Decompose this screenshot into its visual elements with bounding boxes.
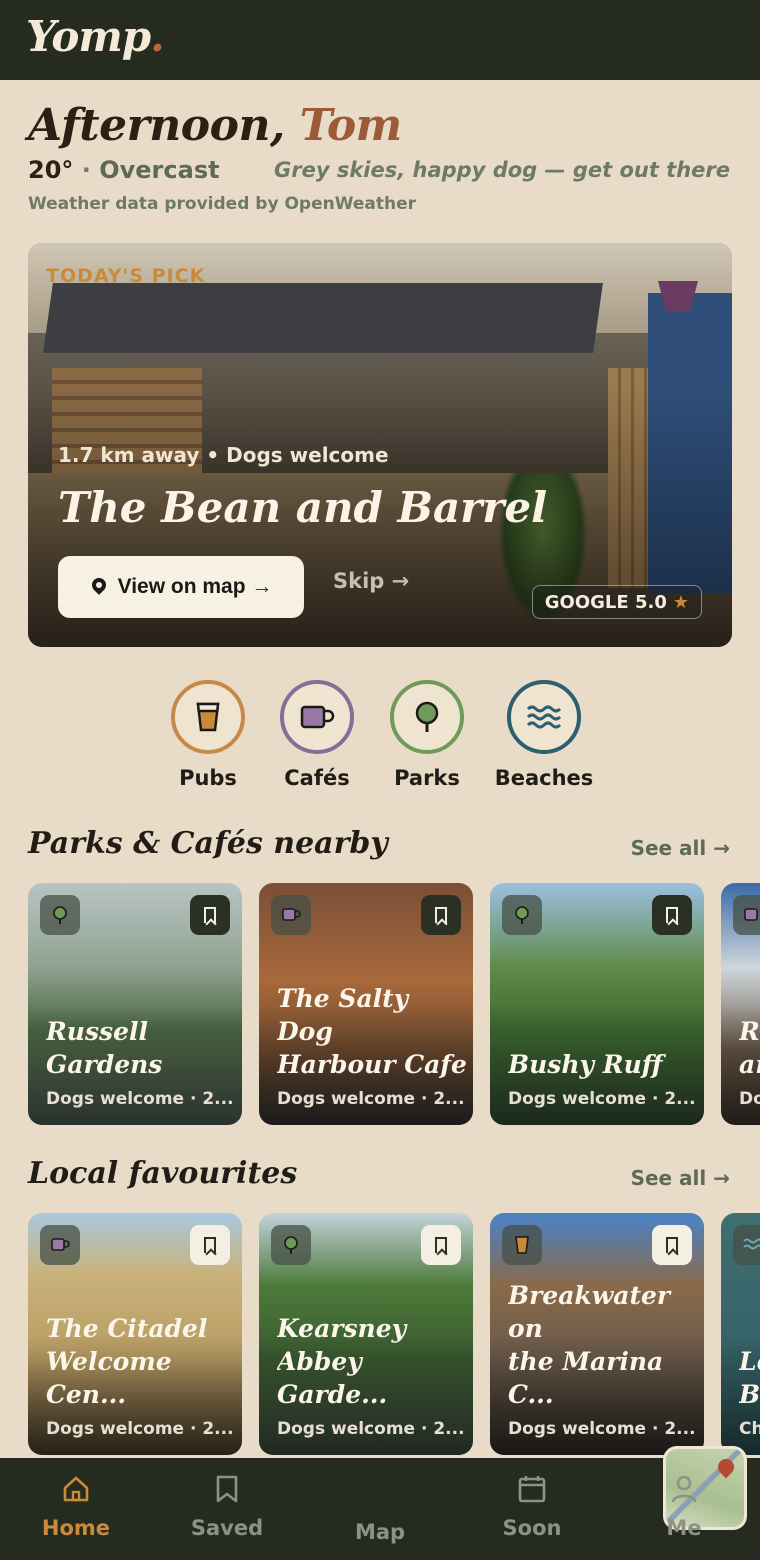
todays-pick-card[interactable]: TODAY'S PICK 1.7 km away • Dogs welcome … — [28, 243, 732, 647]
place-subtitle: Dogs welcome · 2... — [46, 1419, 234, 1439]
place-card[interactable]: Kearsney Abbey Garde... Dogs welcome · 2… — [259, 1213, 473, 1455]
nav-map[interactable]: Map — [325, 1446, 747, 1544]
tree-icon — [271, 1225, 311, 1265]
coffee-cup-icon — [733, 895, 760, 935]
temperature: 20° — [28, 156, 74, 184]
google-rating-badge: GOOGLE 5.0 ★ — [531, 585, 702, 619]
star-icon: ★ — [672, 591, 689, 613]
tree-icon — [502, 895, 542, 935]
nearby-see-all-link[interactable]: See all → — [631, 836, 730, 860]
category-cafes[interactable]: Cafés — [262, 680, 372, 790]
bookmark-icon — [216, 1475, 238, 1503]
coffee-cup-icon — [271, 895, 311, 935]
bottom-nav: Home Saved Map Soon Me — [0, 1446, 760, 1560]
place-card[interactable]: Ro an Do — [721, 883, 760, 1125]
weather-tagline: Grey skies, happy dog — get out there — [273, 158, 730, 182]
place-card[interactable]: Breakwater on the Marina C... Dogs welco… — [490, 1213, 704, 1455]
nav-me[interactable]: Me — [629, 1474, 739, 1540]
greeting-title: Afternoon, Tom — [28, 100, 402, 151]
place-name: Ro an — [739, 1017, 760, 1079]
app-logo[interactable]: Yomp. — [26, 12, 165, 61]
paw-icon: • — [206, 443, 220, 467]
place-card[interactable]: The Salty Dog Harbour Cafe Dogs welcome … — [259, 883, 473, 1125]
place-subtitle: Dogs welcome · 2... — [46, 1089, 234, 1109]
user-icon — [671, 1475, 697, 1503]
place-subtitle: Do — [739, 1089, 760, 1109]
weather-condition: Overcast — [99, 156, 220, 184]
tree-icon — [40, 895, 80, 935]
pint-icon — [502, 1225, 542, 1265]
category-pubs[interactable]: Pubs — [153, 680, 263, 790]
place-name: Breakwater on the Marina C... — [508, 1281, 671, 1409]
nav-soon[interactable]: Soon — [477, 1474, 587, 1540]
bookmark-icon — [435, 907, 447, 923]
place-card[interactable]: The Citadel Welcome Cen... Dogs welcome … — [28, 1213, 242, 1455]
place-card[interactable]: Le Be Ch — [721, 1213, 760, 1455]
waves-icon — [507, 680, 581, 754]
bookmark-button[interactable] — [652, 1225, 692, 1265]
waves-icon — [733, 1225, 760, 1265]
skip-button[interactable]: Skip → — [333, 569, 409, 593]
bookmark-button[interactable] — [421, 895, 461, 935]
place-subtitle: Dogs welcome · 2... — [277, 1089, 465, 1109]
nav-saved[interactable]: Saved — [172, 1474, 282, 1540]
category-parks[interactable]: Parks — [372, 680, 482, 790]
distance: 1.7 km away — [58, 443, 200, 467]
place-name: Russell Gardens — [46, 1017, 163, 1079]
hero-meta: 1.7 km away • Dogs welcome — [58, 443, 389, 467]
bookmark-button[interactable] — [190, 1225, 230, 1265]
dogs-welcome: Dogs welcome — [226, 443, 389, 467]
todays-pick-badge: TODAY'S PICK — [46, 265, 206, 287]
place-subtitle: Ch — [739, 1419, 760, 1439]
place-name: The Citadel Welcome Cen... — [46, 1314, 208, 1409]
hero-title: The Bean and Barrel — [58, 483, 548, 532]
bookmark-icon — [435, 1237, 447, 1253]
view-on-map-button[interactable]: View on map → — [58, 556, 304, 618]
bookmark-icon — [666, 1237, 678, 1253]
place-subtitle: Dogs welcome · 2... — [508, 1419, 696, 1439]
map-pin-icon — [90, 578, 108, 596]
category-filters: Pubs Cafés Parks Beaches — [0, 680, 760, 800]
bookmark-button[interactable] — [190, 895, 230, 935]
nearby-heading: Parks & Cafés nearby — [28, 826, 388, 861]
place-subtitle: Dogs welcome · 2... — [508, 1089, 696, 1109]
favourites-carousel[interactable]: The Citadel Welcome Cen... Dogs welcome … — [28, 1213, 760, 1455]
weather-provider[interactable]: Weather data provided by OpenWeather — [28, 194, 416, 214]
top-bar: Yomp. — [0, 0, 760, 80]
place-name: Kearsney Abbey Garde... — [277, 1314, 407, 1409]
place-name: Bushy Ruff — [508, 1050, 663, 1079]
place-card[interactable]: Bushy Ruff Dogs welcome · 2... — [490, 883, 704, 1125]
weather-summary: 20° · Overcast — [28, 156, 220, 184]
calendar-icon — [518, 1476, 546, 1503]
tree-icon — [390, 680, 464, 754]
bookmark-button[interactable] — [652, 895, 692, 935]
bookmark-icon — [204, 907, 216, 923]
favourites-see-all-link[interactable]: See all → — [631, 1166, 730, 1190]
pint-icon — [171, 680, 245, 754]
bookmark-button[interactable] — [421, 1225, 461, 1265]
home-icon — [63, 1476, 89, 1502]
nearby-carousel[interactable]: Russell Gardens Dogs welcome · 2... The … — [28, 883, 760, 1127]
nav-home[interactable]: Home — [21, 1474, 131, 1540]
coffee-cup-icon — [40, 1225, 80, 1265]
place-name: Le Be — [739, 1347, 760, 1409]
bookmark-icon — [204, 1237, 216, 1253]
place-subtitle: Dogs welcome · 2... — [277, 1419, 465, 1439]
place-name: The Salty Dog Harbour Cafe — [277, 984, 467, 1079]
coffee-cup-icon — [280, 680, 354, 754]
favourites-heading: Local favourites — [28, 1156, 298, 1191]
bookmark-icon — [666, 907, 678, 923]
category-beaches[interactable]: Beaches — [489, 680, 599, 790]
place-card[interactable]: Russell Gardens Dogs welcome · 2... — [28, 883, 242, 1125]
